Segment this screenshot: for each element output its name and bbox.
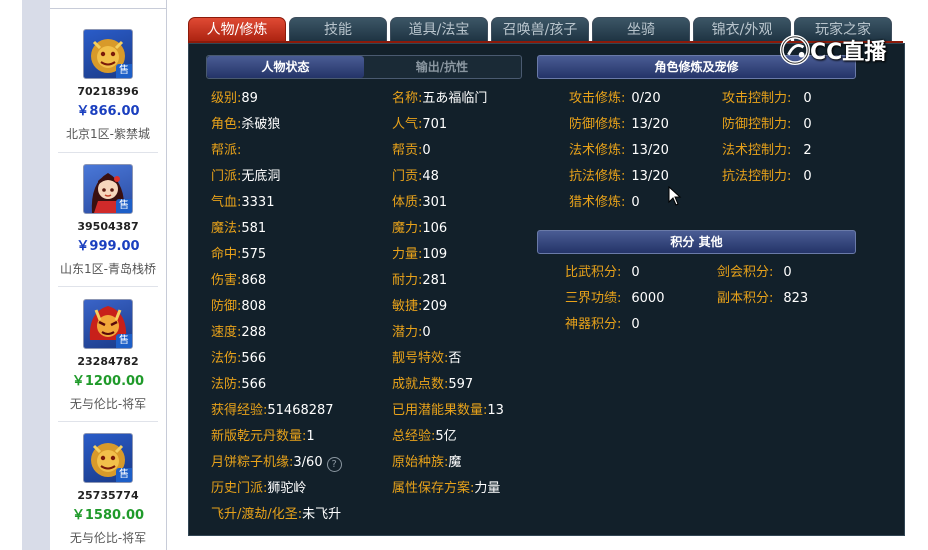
listing-price: ￥1580.00 <box>71 508 145 523</box>
listing-server[interactable]: 北京1区-紫禁城 <box>50 125 166 142</box>
listing-divider <box>58 152 158 153</box>
points-dungeon: 副本积分: 823 <box>717 291 809 306</box>
stat-experience: 获得经验:51468287 <box>211 403 334 418</box>
points-header: 积分 其他 <box>537 230 856 254</box>
listing-price: ￥999.00 <box>76 239 140 254</box>
character-detail-panel: 人物状态 输出/抗性 角色修炼及宠修 级别:89 角色:杀破狼 帮派: 门派:无… <box>188 43 905 536</box>
cultivation-spell: 法术修炼: 13/20 <box>569 143 669 158</box>
question-icon[interactable]: ? <box>326 457 342 472</box>
listing-price: ￥866.00 <box>76 104 140 119</box>
listing-divider <box>58 421 158 422</box>
listing-id: 39504387 <box>77 220 139 233</box>
cultivation-defense: 防御修炼: 13/20 <box>569 117 669 132</box>
sale-badge: 售 <box>116 334 132 348</box>
stat-accuracy: 命中:575 <box>211 247 267 262</box>
stat-achievement-points: 成就点数:597 <box>392 377 474 392</box>
listing-divider <box>58 286 158 287</box>
listing-avatar[interactable]: 售 <box>83 299 133 349</box>
tab-mounts[interactable]: 坐骑 <box>592 17 690 43</box>
points-sword-meet: 剑会积分: 0 <box>717 265 792 280</box>
control-attack: 攻击控制力: 0 <box>722 91 812 106</box>
listing-server[interactable]: 山东1区-青岛栈桥 <box>50 260 166 277</box>
listing-item[interactable]: 售 39504387 ￥999.00 山东1区-青岛栈桥 <box>50 164 166 277</box>
stat-level: 级别:89 <box>211 91 258 106</box>
listing-item[interactable]: 售 25735774 ￥1580.00 无与伦比-将军 <box>50 433 166 546</box>
stat-defense: 防御:808 <box>211 299 267 314</box>
stat-agility: 敏捷:209 <box>392 299 448 314</box>
tab-items-treasures[interactable]: 道具/法宝 <box>390 17 488 43</box>
stat-name: 名称:五あ福临门 <box>392 91 488 106</box>
stat-magic-defense: 法防:566 <box>211 377 267 392</box>
stat-hp: 气血:3331 <box>211 195 275 210</box>
tab-character-cultivation[interactable]: 人物/修炼 <box>188 17 286 43</box>
sale-badge: 售 <box>116 468 132 482</box>
listing-server[interactable]: 无与伦比-将军 <box>50 395 166 412</box>
tab-skills[interactable]: 技能 <box>289 17 387 43</box>
points-pvp: 比武积分: 0 <box>565 265 640 280</box>
stat-potential-fruits: 已用潜能果数量:13 <box>392 403 504 418</box>
stat-history-sect: 历史门派:狮驼岭 <box>211 481 307 496</box>
control-defense: 防御控制力: 0 <box>722 117 812 132</box>
points-merit: 三界功绩: 6000 <box>565 291 665 306</box>
listing-price: ￥1200.00 <box>71 374 145 389</box>
stat-ascension: 飞升/渡劫/化圣:未飞升 <box>211 507 342 522</box>
stat-strength: 力量:109 <box>392 247 448 262</box>
points-artifact: 神器积分: 0 <box>565 317 640 332</box>
stat-attribute-plan: 属性保存方案:力量 <box>392 481 501 496</box>
stat-mp: 魔法:581 <box>211 221 267 236</box>
listing-sidebar-topline <box>50 8 166 9</box>
stat-role: 角色:杀破狼 <box>211 117 281 132</box>
cultivation-resist: 抗法修炼: 13/20 <box>569 169 669 184</box>
sale-badge: 售 <box>116 64 132 78</box>
stat-original-race: 原始种族:魔 <box>392 455 462 470</box>
listing-avatar[interactable]: 售 <box>83 29 133 79</box>
tab-character-status[interactable]: 人物状态 <box>207 56 364 78</box>
stat-magic-power: 魔力:106 <box>392 221 448 236</box>
tab-output-resistance[interactable]: 输出/抗性 <box>364 56 520 78</box>
stat-guild-contribution: 帮贡:0 <box>392 143 431 158</box>
stat-constitution: 体质:301 <box>392 195 448 210</box>
control-spell: 法术控制力: 2 <box>722 143 812 158</box>
listing-item[interactable]: 售 70218396 ￥866.00 北京1区-紫禁城 <box>50 29 166 142</box>
listing-id: 23284782 <box>77 355 139 368</box>
stat-guild: 帮派: <box>211 143 242 158</box>
sale-badge: 售 <box>116 199 132 213</box>
stat-magic-damage: 法伤:566 <box>211 351 267 366</box>
watermark-text: CC直播 <box>810 40 887 65</box>
stat-total-experience: 总经验:5亿 <box>392 429 457 444</box>
listing-avatar[interactable]: 售 <box>83 433 133 483</box>
tab-outfits[interactable]: 锦衣/外观 <box>693 17 791 43</box>
stat-potential: 潜力:0 <box>392 325 431 340</box>
stat-endurance: 耐力:281 <box>392 273 448 288</box>
listing-avatar[interactable]: 售 <box>83 164 133 214</box>
stat-sect: 门派:无底洞 <box>211 169 281 184</box>
tab-summons-children[interactable]: 召唤兽/孩子 <box>491 17 589 43</box>
left-gutter <box>22 0 51 550</box>
listing-id: 70218396 <box>77 85 139 98</box>
stat-damage: 伤害:868 <box>211 273 267 288</box>
cultivation-hunting: 猎术修炼: 0 <box>569 195 640 210</box>
stat-speed: 速度:288 <box>211 325 267 340</box>
stat-mooncake-chance: 月饼粽子机缘:3/60? <box>211 451 342 472</box>
cultivation-attack: 攻击修炼: 0/20 <box>569 91 661 106</box>
mouse-cursor-icon <box>668 186 682 206</box>
listing-server[interactable]: 无与伦比-将军 <box>50 529 166 546</box>
listing-item[interactable]: 售 23284782 ￥1200.00 无与伦比-将军 <box>50 299 166 412</box>
stat-sect-contribution: 门贡:48 <box>392 169 439 184</box>
stat-popularity: 人气:701 <box>392 117 448 132</box>
stat-vanity-effect: 靓号特效:否 <box>392 351 462 366</box>
stat-qianyuan-pills: 新版乾元丹数量:1 <box>211 429 315 444</box>
control-resist: 抗法控制力: 0 <box>722 169 812 184</box>
listing-id: 25735774 <box>77 489 139 502</box>
cc-live-logo-icon <box>779 34 811 66</box>
